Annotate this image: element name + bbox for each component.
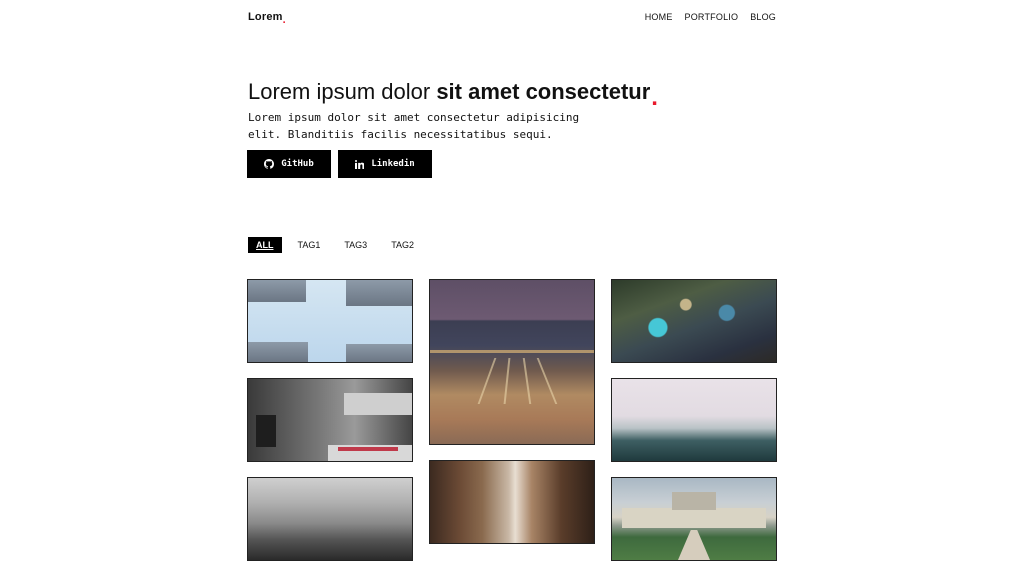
gallery-photo-foggy-forest[interactable] [248,478,412,560]
hero-title: Lorem ipsum dolor sit amet consectetur. [248,78,658,111]
gallery-photo-railway[interactable] [430,280,594,444]
tag-filter-bar: ALL TAG1 TAG3 TAG2 [248,237,430,253]
gallery-photo-floating-market[interactable] [612,280,776,362]
brand-text: Lorem [248,11,283,23]
linkedin-button[interactable]: Linkedin [338,150,432,178]
page-container: Lorem. HOME PORTFOLIO BLOG Lorem ipsum d… [247,0,776,563]
tag-2[interactable]: TAG2 [383,237,422,253]
tag-all[interactable]: ALL [248,237,282,253]
linkedin-button-label: Linkedin [371,159,415,169]
gallery-photo-fire-escapes[interactable] [430,461,594,543]
github-button-label: GitHub [281,159,314,169]
brand-logo[interactable]: Lorem. [248,11,286,26]
main-nav: HOME PORTFOLIO BLOG [645,12,776,22]
gallery-photo-chateau[interactable] [612,478,776,560]
nav-home[interactable]: HOME [645,12,673,22]
hero-title-bold: sit amet consectetur [436,79,651,104]
brand-dot: . [282,14,286,26]
hero-title-dot: . [651,84,658,111]
tag-1[interactable]: TAG1 [290,237,329,253]
nav-blog[interactable]: BLOG [750,12,776,22]
tag-3[interactable]: TAG3 [336,237,375,253]
github-button[interactable]: GitHub [247,150,331,178]
hero-title-regular: Lorem ipsum dolor [248,79,437,104]
gallery-photo-misty-coast[interactable] [612,379,776,461]
linkedin-icon [355,159,365,169]
hero-subtitle: Lorem ipsum dolor sit amet consectetur a… [248,111,580,141]
gallery-photo-old-building[interactable] [248,379,412,461]
gallery-photo-skyscrapers[interactable] [248,280,412,362]
github-icon [264,159,275,169]
nav-portfolio[interactable]: PORTFOLIO [685,12,739,22]
